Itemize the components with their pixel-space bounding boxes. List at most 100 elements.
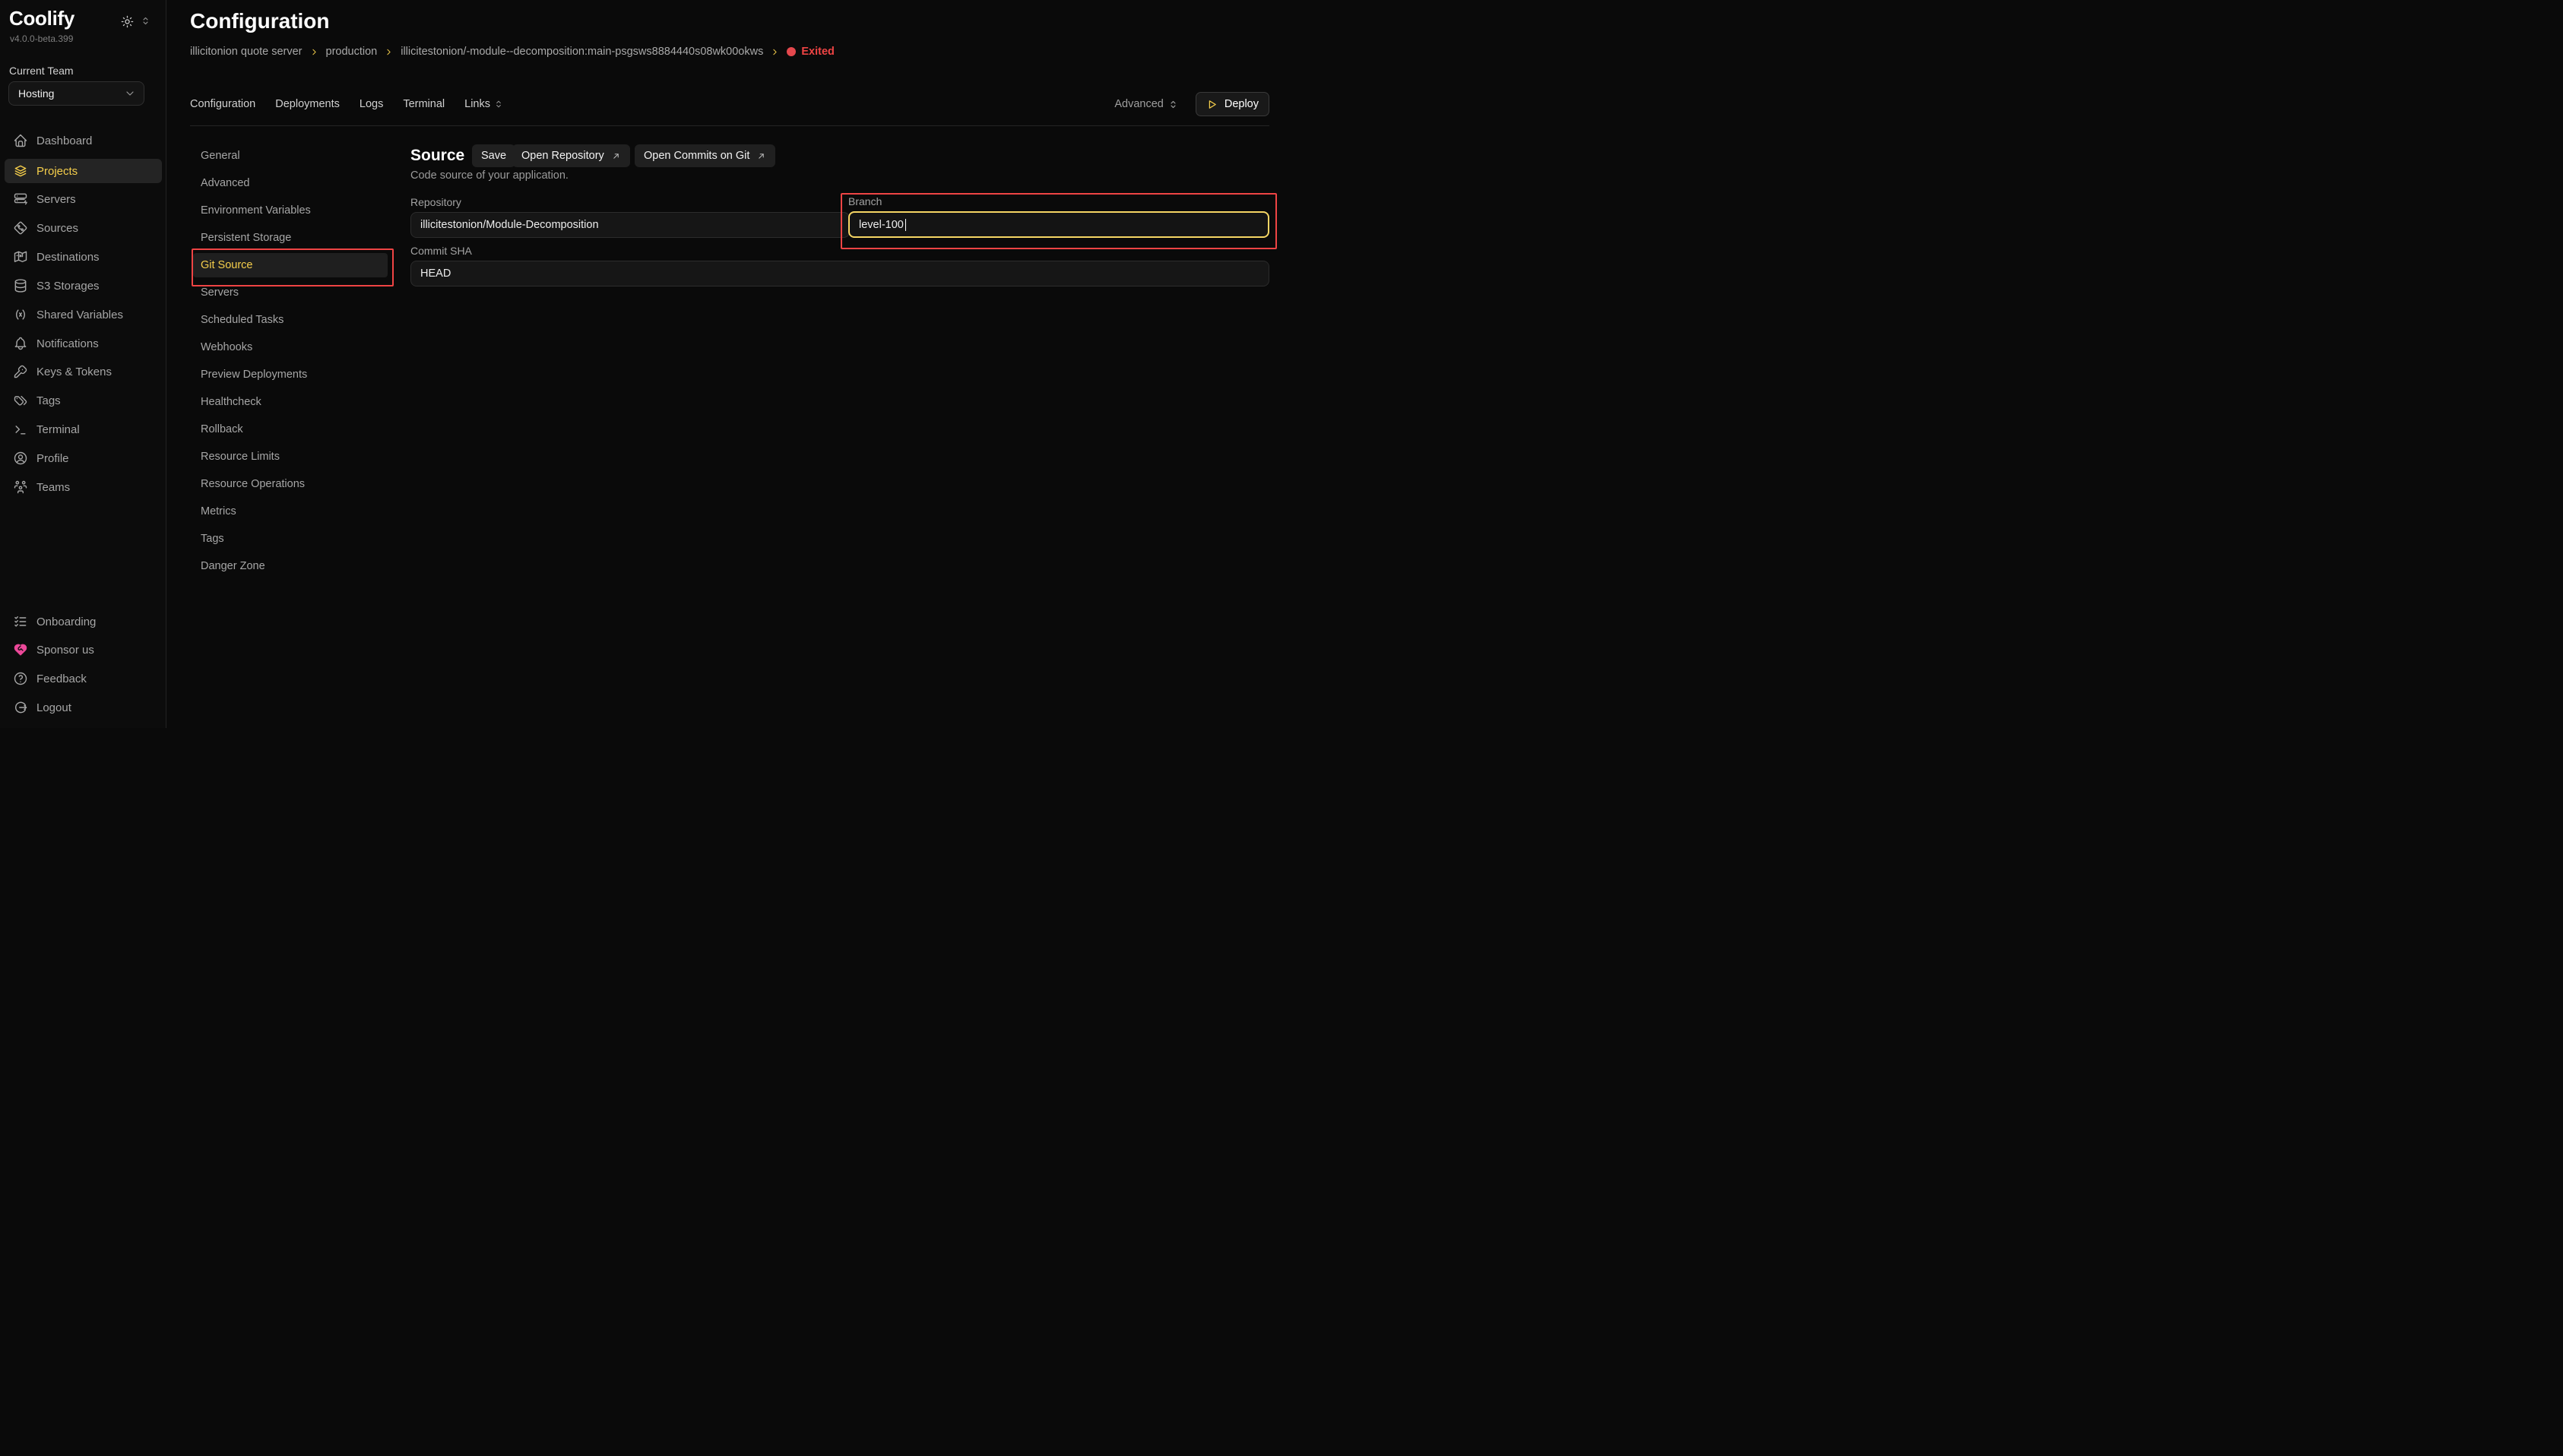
- chevron-right-icon: [384, 47, 394, 57]
- team-select-value: Hosting: [18, 87, 124, 100]
- logout-icon: [13, 700, 28, 715]
- open-repository-button[interactable]: Open Repository: [512, 144, 630, 167]
- selector-icon: [493, 99, 504, 109]
- sidebar-item-destinations[interactable]: Destinations: [5, 245, 162, 269]
- branch-label: Branch: [848, 195, 882, 207]
- subnav-item-environment-variables[interactable]: Environment Variables: [193, 198, 388, 223]
- coolify-logo[interactable]: Coolify: [9, 7, 74, 30]
- terminal-icon: [13, 422, 28, 437]
- subnav-item-healthcheck[interactable]: Healthcheck: [193, 390, 388, 414]
- tab-links[interactable]: Links: [464, 92, 504, 116]
- sidebar-item-terminal[interactable]: Terminal: [5, 417, 162, 442]
- sidebar-item-keys-tokens[interactable]: Keys & Tokens: [5, 359, 162, 384]
- sidebar-item-label: Profile: [36, 452, 69, 465]
- source-description: Code source of your application.: [410, 169, 569, 182]
- server-icon: [13, 191, 28, 207]
- chevron-right-icon: [770, 47, 780, 57]
- layers-icon: [13, 163, 28, 179]
- sidebar-item-onboarding[interactable]: Onboarding: [5, 609, 162, 634]
- map-icon: [13, 249, 28, 264]
- checklist-icon: [13, 614, 28, 629]
- tab-deployments[interactable]: Deployments: [275, 92, 340, 116]
- team-select[interactable]: Hosting: [8, 81, 144, 106]
- play-icon: [1206, 99, 1218, 110]
- bell-icon: [13, 336, 28, 351]
- tab-links-label: Links: [464, 92, 490, 116]
- user-circle-icon: [13, 451, 28, 466]
- save-button[interactable]: Save: [472, 144, 515, 167]
- chevron-right-icon: [309, 47, 319, 57]
- save-label: Save: [481, 150, 506, 162]
- open-commits-button[interactable]: Open Commits on Git: [635, 144, 775, 167]
- subnav-item-webhooks[interactable]: Webhooks: [193, 335, 388, 359]
- sidebar-item-tags[interactable]: Tags: [5, 388, 162, 413]
- breadcrumb: illicitonion quote server production ill…: [190, 44, 835, 59]
- sidebar-item-label: Onboarding: [36, 616, 96, 628]
- subnav-item-scheduled-tasks[interactable]: Scheduled Tasks: [193, 308, 388, 332]
- deploy-button[interactable]: Deploy: [1196, 92, 1269, 116]
- sidebar-item-label: Projects: [36, 165, 78, 178]
- sidebar-item-dashboard[interactable]: Dashboard: [5, 128, 162, 153]
- repository-label: Repository: [410, 196, 461, 208]
- theme-toggle-button[interactable]: [120, 14, 135, 29]
- heart-handshake-icon: [13, 642, 28, 657]
- status-dot-icon: [787, 47, 796, 56]
- source-heading: Source: [410, 144, 464, 168]
- selector-icon: [140, 15, 151, 27]
- deploy-label: Deploy: [1224, 98, 1259, 110]
- subnav-item-general[interactable]: General: [193, 144, 388, 168]
- users-group-icon: [13, 480, 28, 495]
- subnav-item-servers[interactable]: Servers: [193, 280, 388, 305]
- commit-sha-input[interactable]: HEAD: [410, 261, 1269, 286]
- repository-input[interactable]: illicitestonion/Module-Decomposition: [410, 212, 850, 238]
- tab-bar: Configuration Deployments Logs Terminal …: [190, 92, 1269, 116]
- subnav-item-persistent-storage[interactable]: Persistent Storage: [193, 226, 388, 250]
- subnav-item-git-source[interactable]: Git Source: [193, 253, 388, 277]
- sidebar-item-label: Destinations: [36, 251, 100, 264]
- sidebar-item-profile[interactable]: Profile: [5, 446, 162, 470]
- advanced-label: Advanced: [1114, 98, 1164, 110]
- sidebar-item-feedback[interactable]: Feedback: [5, 666, 162, 691]
- subnav-item-resource-operations[interactable]: Resource Operations: [193, 472, 388, 496]
- sidebar-item-label: Logout: [36, 701, 71, 714]
- sidebar-item-notifications[interactable]: Notifications: [5, 331, 162, 356]
- page-title: Configuration: [190, 9, 330, 33]
- tab-logs[interactable]: Logs: [360, 92, 383, 116]
- subnav-item-danger-zone[interactable]: Danger Zone: [193, 554, 388, 578]
- advanced-selector[interactable]: Advanced: [1114, 98, 1179, 110]
- home-icon: [13, 133, 28, 148]
- key-icon: [13, 364, 28, 379]
- sidebar-item-logout[interactable]: Logout: [5, 695, 162, 720]
- sidebar-item-label: Terminal: [36, 423, 80, 436]
- sidebar-item-servers[interactable]: Servers: [5, 187, 162, 211]
- sidebar-item-label: Feedback: [36, 673, 87, 685]
- subnav-item-metrics[interactable]: Metrics: [193, 499, 388, 524]
- breadcrumb-application[interactable]: illicitestonion/-module--decomposition:m…: [401, 46, 763, 58]
- sidebar-item-s3-storages[interactable]: S3 Storages: [5, 274, 162, 298]
- help-circle-icon: [13, 671, 28, 686]
- tab-terminal[interactable]: Terminal: [403, 92, 445, 116]
- subnav-item-rollback[interactable]: Rollback: [193, 417, 388, 442]
- app-version: v4.0.0-beta.399: [10, 33, 73, 44]
- sidebar-item-projects[interactable]: Projects: [5, 159, 162, 183]
- breadcrumb-environment[interactable]: production: [326, 46, 378, 58]
- sidebar-item-shared-variables[interactable]: Shared Variables: [5, 302, 162, 327]
- variable-icon: [13, 307, 28, 322]
- sidebar-item-sponsor-us[interactable]: Sponsor us: [5, 638, 162, 662]
- sidebar: Coolify v4.0.0-beta.399 Current Team Hos…: [0, 0, 166, 728]
- sidebar-item-sources[interactable]: Sources: [5, 216, 162, 240]
- subnav-item-resource-limits[interactable]: Resource Limits: [193, 445, 388, 469]
- tab-configuration[interactable]: Configuration: [190, 92, 255, 116]
- subnav-item-preview-deployments[interactable]: Preview Deployments: [193, 362, 388, 387]
- branch-input[interactable]: level-100: [848, 211, 1269, 238]
- chevron-down-icon: [124, 87, 136, 100]
- breadcrumb-project[interactable]: illicitonion quote server: [190, 46, 303, 58]
- subnav-item-advanced[interactable]: Advanced: [193, 171, 388, 195]
- sidebar-item-label: Servers: [36, 193, 76, 206]
- subnav-item-tags[interactable]: Tags: [193, 527, 388, 551]
- selector-icon: [1167, 99, 1179, 110]
- sidebar-item-teams[interactable]: Teams: [5, 475, 162, 499]
- sidebar-item-label: Keys & Tokens: [36, 366, 112, 378]
- version-selector[interactable]: [140, 15, 151, 27]
- sidebar-item-label: Shared Variables: [36, 309, 123, 321]
